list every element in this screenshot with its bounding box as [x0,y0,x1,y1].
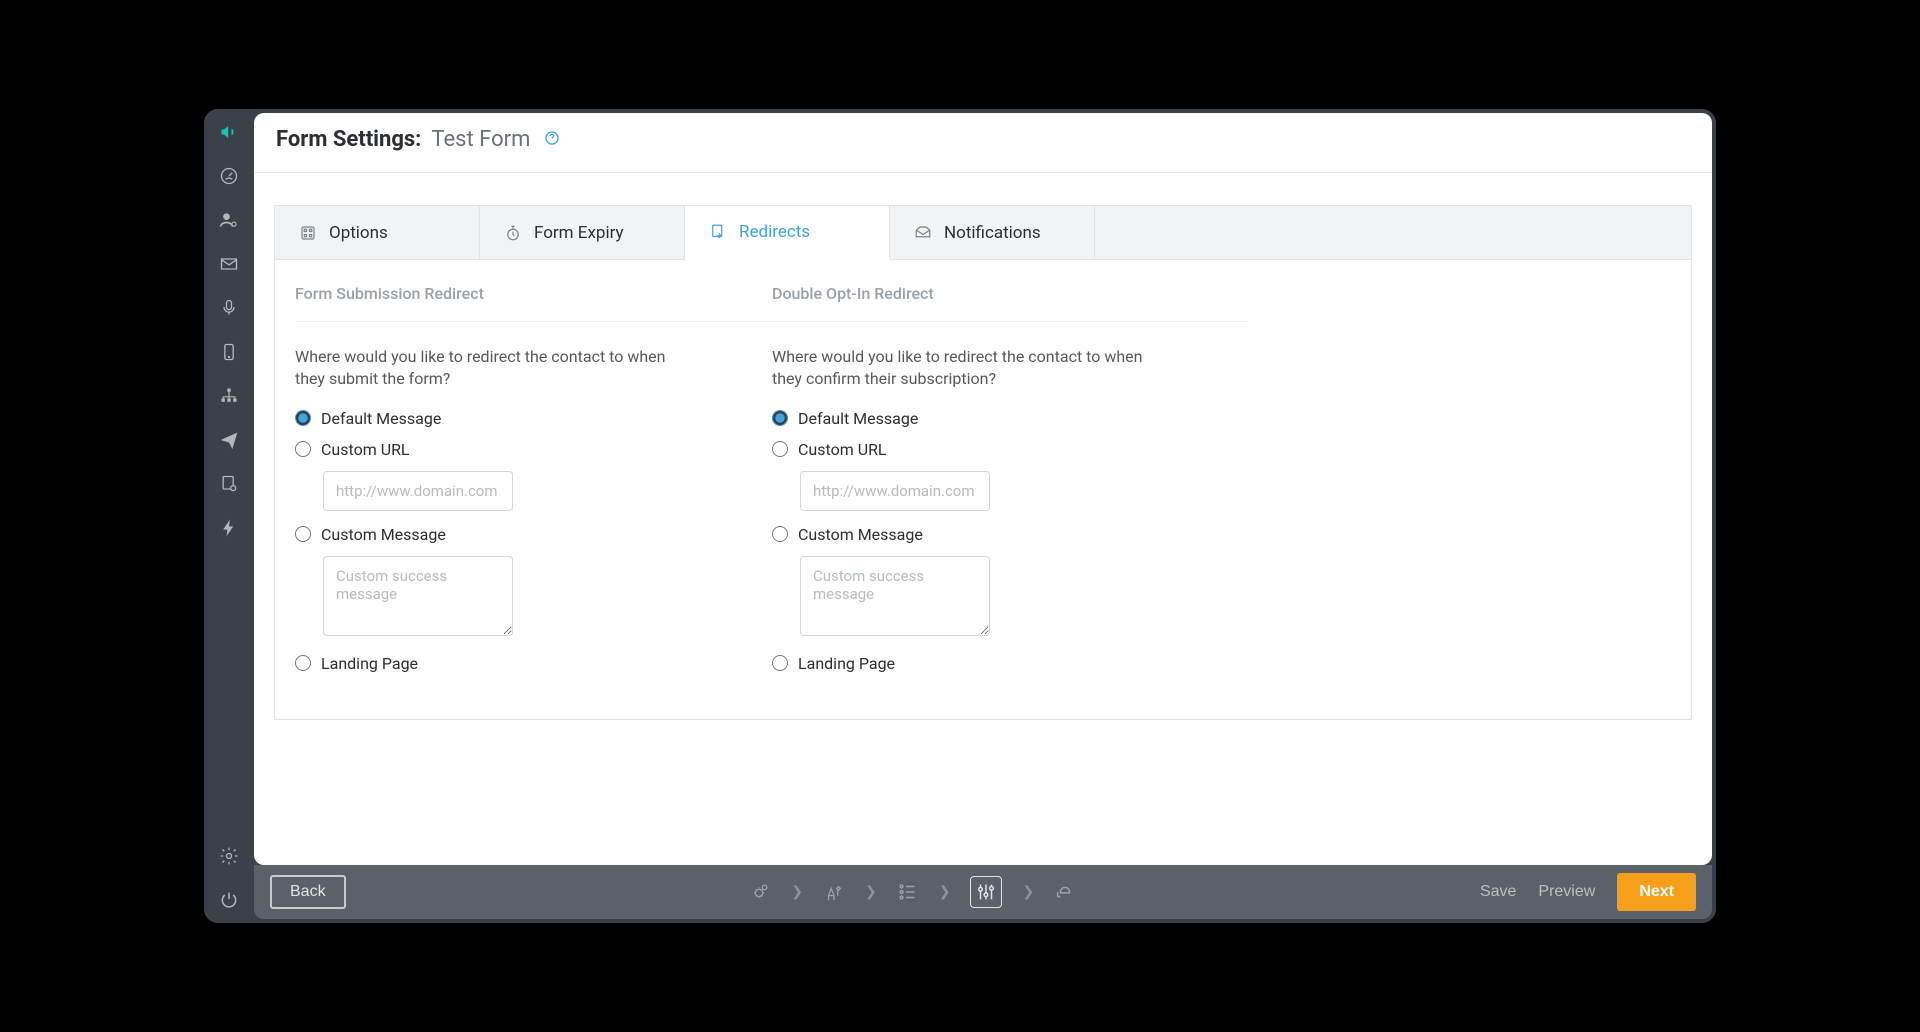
radio-label: Landing Page [321,654,418,673]
mail-icon[interactable] [218,253,240,275]
next-button[interactable]: Next [1617,873,1696,911]
radio-input[interactable] [295,526,311,542]
radio-input[interactable] [295,410,311,426]
custom-url-input[interactable] [800,471,990,511]
step-settings-icon[interactable] [749,881,771,903]
user-settings-icon[interactable] [218,209,240,231]
tab-redirects[interactable]: Redirects [685,206,890,260]
section-title: Double Opt-In Redirect [772,260,1249,321]
megaphone-icon[interactable] [218,121,240,143]
optin-question: Where would you like to redirect the con… [772,346,1172,391]
optin-redirect-column: Double Opt-In Redirect Where would you l… [772,260,1249,685]
back-button[interactable]: Back [270,875,346,909]
radio-landing-page[interactable]: Landing Page [295,654,772,673]
radio-input[interactable] [772,526,788,542]
tab-row: Options Form Expiry Redirects Notificati… [275,206,1691,260]
radio-label: Custom URL [798,440,887,459]
lightning-icon[interactable] [218,517,240,539]
sitemap-icon[interactable] [218,385,240,407]
tab-label: Form Expiry [534,223,624,243]
radio-custom-url[interactable]: Custom URL [772,440,1249,459]
paper-plane-icon[interactable] [218,429,240,451]
radio-custom-url[interactable]: Custom URL [295,440,772,459]
radio-label: Custom Message [798,525,923,544]
chevron-right-icon: ❯ [791,884,803,900]
radio-default-message[interactable]: Default Message [772,409,1249,428]
tab-options[interactable]: Options [275,206,480,259]
step-fields-icon[interactable] [897,881,919,903]
microphone-icon[interactable] [218,297,240,319]
chevron-right-icon: ❯ [865,884,877,900]
wizard-steps: ❯ ❯ ❯ ❯ [360,876,1466,908]
save-button[interactable]: Save [1480,883,1516,901]
chevron-right-icon: ❯ [1022,884,1034,900]
step-options-icon[interactable] [970,876,1002,908]
custom-url-input[interactable] [323,471,513,511]
radio-label: Landing Page [798,654,895,673]
tab-label: Redirects [739,222,810,242]
radio-landing-page[interactable]: Landing Page [772,654,1249,673]
radio-input[interactable] [772,655,788,671]
radio-label: Custom Message [321,525,446,544]
submission-redirect-column: Form Submission Redirect Where would you… [295,260,772,685]
radio-input[interactable] [772,410,788,426]
app-sidebar [204,109,254,923]
mobile-icon[interactable] [218,341,240,363]
tab-label: Notifications [944,223,1041,243]
dashboard-icon[interactable] [218,165,240,187]
section-title: Form Submission Redirect [295,260,772,321]
step-design-icon[interactable] [823,881,845,903]
radio-label: Default Message [321,409,441,428]
radio-custom-message[interactable]: Custom Message [772,525,1249,544]
submission-question: Where would you like to redirect the con… [295,346,695,391]
page-title-prefix: Form Settings: [276,127,421,152]
chevron-right-icon: ❯ [939,884,951,900]
gear-icon[interactable] [218,845,240,867]
custom-message-textarea[interactable] [800,556,990,636]
radio-input[interactable] [295,655,311,671]
radio-label: Default Message [798,409,918,428]
help-icon[interactable] [544,130,560,150]
custom-message-textarea[interactable] [323,556,513,636]
page-title-name: Test Form [431,127,530,152]
certificate-icon[interactable] [218,473,240,495]
main-panel: Form Settings: Test Form Options Form Ex… [254,113,1712,865]
radio-input[interactable] [772,441,788,457]
power-icon[interactable] [218,889,240,911]
page-header: Form Settings: Test Form [254,113,1712,164]
footer-bar: Back ❯ ❯ ❯ ❯ Save Preview Ne [254,865,1712,919]
tab-form-expiry[interactable]: Form Expiry [480,206,685,259]
radio-input[interactable] [295,441,311,457]
tab-label: Options [329,223,388,243]
radio-label: Custom URL [321,440,410,459]
preview-button[interactable]: Preview [1538,883,1595,901]
tab-notifications[interactable]: Notifications [890,206,1095,259]
radio-custom-message[interactable]: Custom Message [295,525,772,544]
step-confirm-icon[interactable] [1054,881,1076,903]
radio-default-message[interactable]: Default Message [295,409,772,428]
